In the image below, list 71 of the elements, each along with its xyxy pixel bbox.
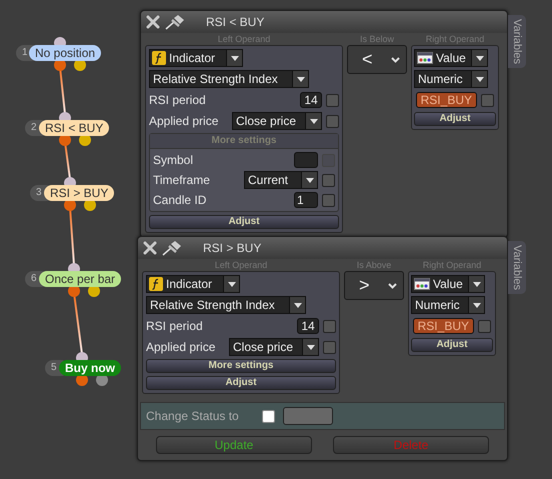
caret-icon <box>294 302 302 308</box>
checkbox[interactable] <box>323 340 336 354</box>
adjust-button[interactable]: Adjust <box>146 376 336 390</box>
adjust-button[interactable]: Adjust <box>414 112 496 126</box>
chevron-icon <box>391 56 400 62</box>
study-dropdown[interactable]: Relative Strength Index <box>149 70 309 88</box>
function-icon <box>149 277 163 291</box>
param-label: Applied price <box>149 114 220 128</box>
operator-dropdown[interactable]: > <box>344 271 404 300</box>
subtype-dropdown[interactable]: Numeric <box>414 70 488 88</box>
checkbox[interactable] <box>481 94 494 106</box>
checkbox[interactable] <box>478 320 491 332</box>
param-dropdown[interactable]: Current <box>244 171 318 189</box>
number-field[interactable]: 14 <box>300 92 322 108</box>
checkbox[interactable] <box>262 410 275 422</box>
close-icon[interactable] <box>146 15 160 29</box>
more-settings-button[interactable]: More settings <box>146 359 336 373</box>
panel-title: RSI > BUY <box>203 241 262 255</box>
pin-icon[interactable] <box>165 14 185 30</box>
caret-icon <box>476 56 484 60</box>
status-label: Change Status to <box>146 409 240 423</box>
status-field[interactable] <box>283 407 333 425</box>
variables-tab[interactable]: Variables <box>508 15 526 68</box>
value-icon <box>417 52 433 64</box>
caret-icon <box>306 344 314 350</box>
panel-title: RSI < BUY <box>206 15 264 29</box>
caret-icon <box>230 56 238 60</box>
number-field[interactable]: 14 <box>297 318 319 334</box>
caret-icon <box>306 178 314 182</box>
caret-icon <box>472 282 480 286</box>
type-dropdown[interactable]: Value <box>411 275 485 293</box>
function-icon <box>152 51 166 65</box>
node-label[interactable]: Buy now <box>59 360 121 376</box>
value-icon <box>414 278 430 290</box>
node-label[interactable]: RSI < BUY <box>39 120 110 136</box>
type-dropdown[interactable]: Value <box>414 49 488 67</box>
param-dropdown[interactable]: Close price <box>232 112 322 130</box>
param-label: RSI period <box>149 93 207 107</box>
study-dropdown[interactable]: Relative Strength Index <box>146 296 306 314</box>
checkbox[interactable] <box>322 194 335 206</box>
checkbox[interactable] <box>322 174 335 186</box>
caret-icon <box>310 118 318 124</box>
number-field[interactable] <box>294 152 318 168</box>
param-dropdown[interactable]: Close price <box>229 338 319 356</box>
action-button[interactable]: Update <box>156 436 312 454</box>
variables-tab[interactable]: Variables <box>508 241 526 294</box>
checkbox[interactable] <box>326 114 339 128</box>
close-icon[interactable] <box>143 241 157 255</box>
category-dropdown[interactable]: Indicator <box>146 275 240 293</box>
chevron-icon <box>388 282 397 288</box>
checkbox[interactable] <box>323 320 336 332</box>
caret-icon <box>228 282 236 286</box>
subtype-dropdown[interactable]: Numeric <box>411 296 485 314</box>
number-field[interactable]: 1 <box>294 192 318 208</box>
node-label[interactable]: RSI > BUY <box>44 185 114 201</box>
adjust-button[interactable]: Adjust <box>149 215 339 229</box>
checkbox[interactable] <box>326 94 339 106</box>
param-label: RSI period <box>146 319 204 333</box>
param-label: Timeframe <box>153 173 211 187</box>
node-label[interactable]: No position <box>29 45 102 61</box>
adjust-button[interactable]: Adjust <box>411 338 493 352</box>
param-label: Symbol <box>153 153 194 167</box>
caret-icon <box>476 76 484 82</box>
caret-icon <box>296 76 304 82</box>
param-label: Applied price <box>146 340 216 354</box>
node-label[interactable]: Once per bar <box>39 271 122 287</box>
category-dropdown[interactable]: Indicator <box>149 49 243 67</box>
operator-dropdown[interactable]: < <box>347 45 407 74</box>
pin-icon[interactable] <box>162 240 182 256</box>
caret-icon <box>472 302 480 308</box>
param-label: Candle ID <box>153 193 208 207</box>
